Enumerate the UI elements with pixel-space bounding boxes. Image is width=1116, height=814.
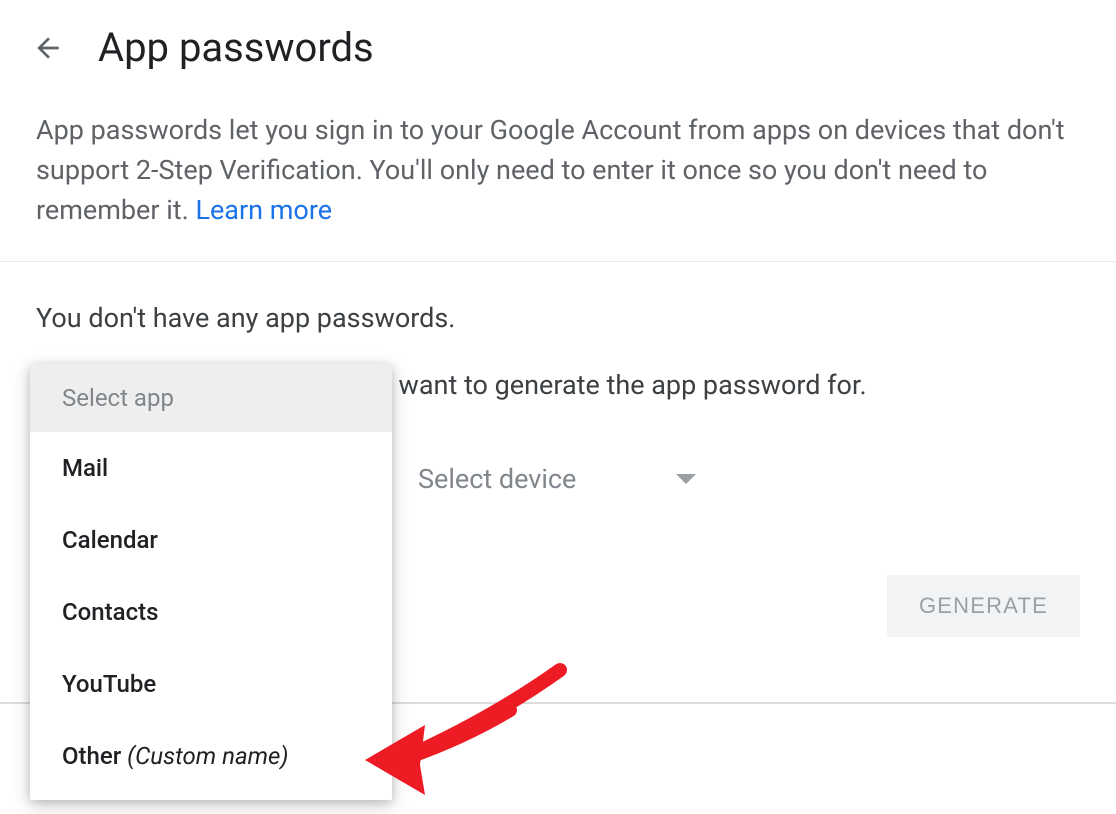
dropdown-item-mail[interactable]: Mail xyxy=(30,432,392,504)
description-text: App passwords let you sign in to your Go… xyxy=(0,111,1116,261)
description-body: App passwords let you sign in to your Go… xyxy=(36,114,1065,226)
no-passwords-status: You don't have any app passwords. xyxy=(36,302,1080,334)
dropdown-item-youtube[interactable]: YouTube xyxy=(30,648,392,720)
back-arrow-icon[interactable] xyxy=(30,30,66,66)
dropdown-item-other-main: Other xyxy=(62,742,127,770)
dropdown-item-calendar[interactable]: Calendar xyxy=(30,504,392,576)
dropdown-item-other[interactable]: Other (Custom name) xyxy=(30,720,392,792)
dropdown-header: Select app xyxy=(30,364,392,432)
chevron-down-icon xyxy=(676,474,696,484)
learn-more-link[interactable]: Learn more xyxy=(195,194,332,226)
select-device-label: Select device xyxy=(418,463,576,495)
dropdown-item-other-italic: (Custom name) xyxy=(127,742,288,770)
annotation-arrow-icon xyxy=(360,660,610,800)
select-device-dropdown[interactable]: Select device xyxy=(418,463,696,495)
dropdown-item-contacts[interactable]: Contacts xyxy=(30,576,392,648)
select-app-dropdown-menu: Select app Mail Calendar Contacts YouTub… xyxy=(30,364,392,800)
page-title: App passwords xyxy=(98,24,374,71)
generate-button[interactable]: GENERATE xyxy=(887,575,1080,637)
